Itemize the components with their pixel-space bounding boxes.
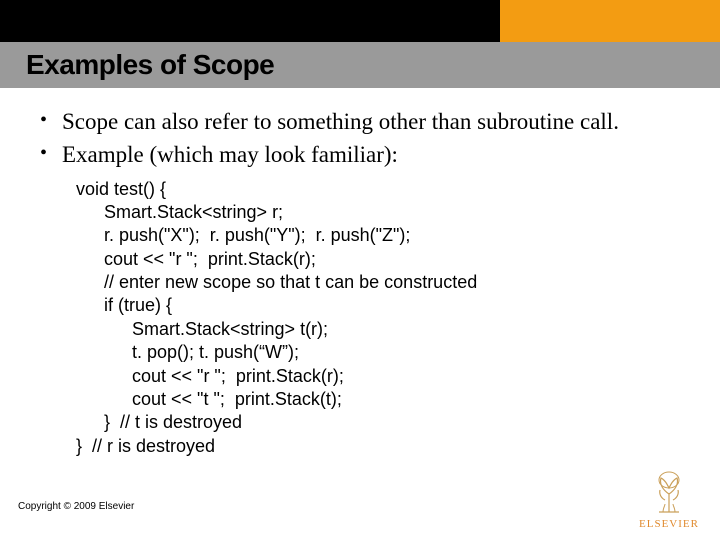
code-line: if (true) { (76, 294, 688, 317)
title-bar: Examples of Scope (0, 42, 720, 88)
bullet-item: Example (which may look familiar): (38, 141, 688, 170)
slide-title: Examples of Scope (26, 49, 274, 81)
code-line: } // r is destroyed (76, 435, 688, 458)
publisher-name: ELSEVIER (634, 518, 704, 530)
bullet-item: Scope can also refer to something other … (38, 108, 688, 137)
publisher-logo: ELSEVIER (634, 468, 704, 530)
code-line: r. push("X"); r. push("Y"); r. push("Z")… (76, 224, 688, 247)
code-line: cout << "r "; print.Stack(r); (76, 248, 688, 271)
code-line: } // t is destroyed (76, 411, 688, 434)
code-line: Smart.Stack<string> t(r); (76, 318, 688, 341)
bullet-list: Scope can also refer to something other … (38, 108, 688, 170)
code-block: void test() { Smart.Stack<string> r; r. … (76, 178, 688, 459)
code-line: cout << "r "; print.Stack(r); (76, 365, 688, 388)
copyright-text: Copyright © 2009 Elsevier (18, 501, 134, 512)
tree-icon (645, 468, 693, 516)
code-line: t. pop(); t. push(“W”); (76, 341, 688, 364)
code-line: Smart.Stack<string> r; (76, 201, 688, 224)
code-line: // enter new scope so that t can be cons… (76, 271, 688, 294)
header-orange-block (500, 0, 720, 42)
slide-content: Scope can also refer to something other … (38, 108, 688, 458)
code-line: cout << "t "; print.Stack(t); (76, 388, 688, 411)
code-line: void test() { (76, 178, 688, 201)
